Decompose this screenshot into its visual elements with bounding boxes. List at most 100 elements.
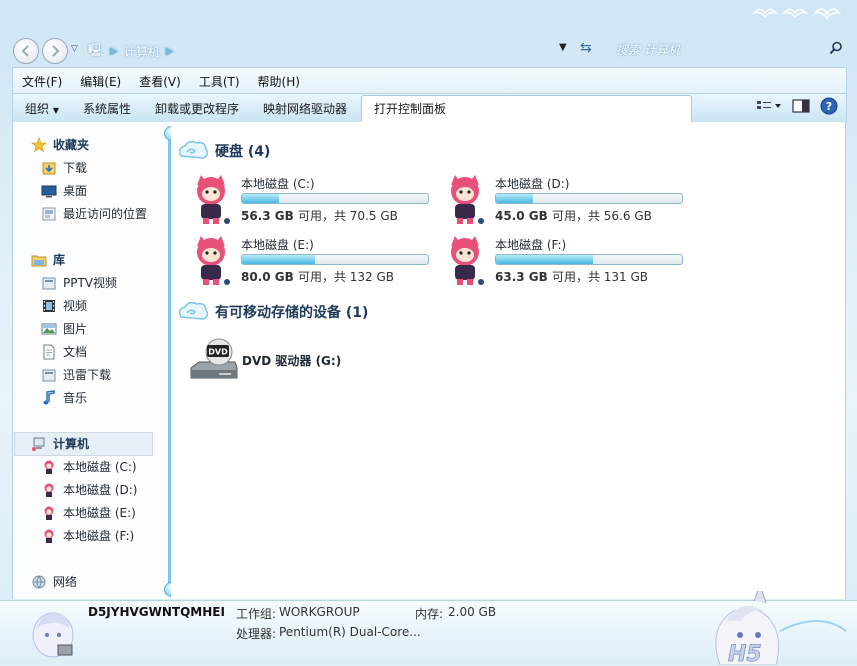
- forward-arrow-icon: [52, 45, 60, 57]
- help-icon: ?: [820, 97, 838, 115]
- anime-character-decoration: H5: [715, 591, 847, 665]
- nav-drive-c[interactable]: 本地磁盘 (C:): [41, 458, 137, 475]
- nav-videos[interactable]: 视频: [41, 297, 87, 314]
- drive-f-tile[interactable]: 本地磁盘 (F:) 63.3 GB 可用，共 131 GB: [443, 236, 693, 292]
- nav-drive-f[interactable]: 本地磁盘 (F:): [41, 527, 134, 544]
- drive-usage-bar: [495, 193, 683, 204]
- dvd-logo-text: DVD: [208, 348, 228, 357]
- nav-music[interactable]: 音乐: [41, 389, 87, 406]
- address-dropdown-icon[interactable]: ▼: [559, 42, 567, 53]
- nav-desktop[interactable]: 桌面: [41, 182, 87, 199]
- chevron-down-icon: ▼: [52, 105, 59, 115]
- nav-xunlei-downloads[interactable]: 迅雷下载: [41, 366, 111, 383]
- drive-d-tile[interactable]: 本地磁盘 (D:) 45.0 GB 可用，共 56.6 GB: [443, 175, 693, 231]
- breadcrumb-chevron-icon[interactable]: ▶: [110, 46, 118, 57]
- menu-bar: 文件(F) 编辑(E) 查看(V) 工具(T) 帮助(H): [12, 67, 847, 94]
- computer-avatar-icon: [32, 612, 74, 658]
- open-control-panel-button[interactable]: 打开控制面板: [361, 94, 693, 122]
- drive-total-text: 可用，共 70.5 GB: [297, 209, 398, 223]
- drive-name: 本地磁盘 (E:): [241, 238, 314, 252]
- maximize-button[interactable]: [781, 6, 809, 20]
- fox-drive-icon: [451, 175, 484, 224]
- drive-usage-fill: [496, 255, 593, 264]
- menu-tools[interactable]: 工具(T): [190, 73, 249, 90]
- nav-drive-d[interactable]: 本地磁盘 (D:): [41, 481, 137, 498]
- cloud-swirl-icon: [178, 140, 209, 159]
- back-button[interactable]: [13, 38, 39, 64]
- hard-disks-group-header[interactable]: 硬盘 (4): [177, 138, 270, 164]
- drive-free-value: 80.0 GB: [241, 270, 294, 284]
- nav-network-label: 网络: [53, 575, 78, 589]
- menu-edit[interactable]: 编辑(E): [71, 73, 130, 90]
- organize-button[interactable]: 组织 ▼: [13, 100, 71, 117]
- nav-downloads[interactable]: 下载: [41, 159, 87, 176]
- menu-view[interactable]: 查看(V): [130, 73, 190, 90]
- breadcrumb-computer[interactable]: 计算机: [124, 43, 160, 60]
- recent-pages-dropdown[interactable]: ▽: [71, 44, 78, 54]
- change-view-button[interactable]: [756, 99, 782, 116]
- search-icon[interactable]: [829, 41, 843, 58]
- nav-drive-d-label: 本地磁盘 (D:): [63, 483, 138, 497]
- preview-pane-button[interactable]: [792, 99, 810, 116]
- nav-drive-e[interactable]: 本地磁盘 (E:): [41, 504, 136, 521]
- nav-documents-label: 文档: [63, 345, 88, 359]
- document-icon: [43, 344, 55, 359]
- nav-pptv-videos[interactable]: PPTV视频: [41, 274, 117, 291]
- drive-c-tile[interactable]: 本地磁盘 (C:) 56.3 GB 可用，共 70.5 GB: [189, 175, 439, 231]
- nav-pictures[interactable]: 图片: [41, 320, 87, 337]
- nav-drive-e-label: 本地磁盘 (E:): [63, 506, 136, 520]
- star-icon: [31, 136, 47, 152]
- command-bar: 组织 ▼ 系统属性 卸载或更改程序 映射网络驱动器 打开控制面板 ?: [12, 93, 847, 123]
- system-properties-button[interactable]: 系统属性: [71, 100, 143, 117]
- uninstall-program-button[interactable]: 卸载或更改程序: [143, 100, 251, 117]
- nav-recent-places[interactable]: 最近访问的位置: [41, 205, 147, 222]
- refresh-icon[interactable]: ⇆: [580, 40, 592, 56]
- music-note-icon: [43, 389, 55, 404]
- wing-close-icon: [812, 8, 842, 20]
- menu-file[interactable]: 文件(F): [13, 73, 71, 90]
- nav-music-label: 音乐: [63, 391, 88, 405]
- nav-documents[interactable]: 文档: [41, 343, 87, 360]
- close-button[interactable]: [812, 6, 842, 20]
- forward-button[interactable]: [42, 38, 68, 64]
- download-folder-icon: [42, 162, 56, 174]
- fox-drive-icon: [44, 506, 54, 520]
- workgroup-value: WORKGROUP: [279, 605, 360, 619]
- nav-network[interactable]: 网络: [31, 573, 77, 590]
- search-input[interactable]: 搜索 计算机: [616, 41, 680, 58]
- library-folder-icon: [42, 277, 56, 289]
- nav-drive-c-label: 本地磁盘 (C:): [63, 460, 137, 474]
- dvd-drive-name: DVD 驱动器 (G:): [242, 354, 342, 368]
- drive-total-text: 可用，共 132 GB: [297, 270, 395, 284]
- drive-usage-fill: [242, 194, 280, 203]
- drive-e-tile[interactable]: 本地磁盘 (E:) 80.0 GB 可用，共 132 GB: [189, 236, 439, 292]
- fox-drive-icon: [197, 175, 230, 224]
- help-button[interactable]: ?: [820, 97, 838, 118]
- drive-free-value: 63.3 GB: [495, 270, 548, 284]
- breadcrumb: 🖳 ▶ 计算机 ▶: [88, 41, 173, 62]
- drive-usage-bar: [241, 193, 429, 204]
- nav-xunlei-downloads-label: 迅雷下载: [63, 368, 112, 382]
- menu-help[interactable]: 帮助(H): [249, 73, 309, 90]
- nav-favorites[interactable]: 收藏夹: [31, 136, 89, 153]
- organize-label: 组织: [25, 101, 50, 116]
- minimize-button[interactable]: [751, 6, 779, 20]
- film-icon: [43, 299, 55, 312]
- dvd-drive-tile[interactable]: DVD DVD 驱动器 (G:): [189, 338, 439, 388]
- svg-text:H5: H5: [728, 642, 762, 665]
- cloud-swirl-icon: [178, 301, 209, 320]
- breadcrumb-chevron-icon[interactable]: ▶: [166, 46, 174, 57]
- drive-total-text: 可用，共 56.6 GB: [551, 209, 652, 223]
- nav-downloads-label: 下载: [63, 161, 88, 175]
- fox-drive-icon: [44, 460, 54, 474]
- processor-label: 处理器:: [236, 627, 277, 641]
- content-pane: 硬盘 (4) 本地磁盘 (C:) 56.3 GB 可用，共 70.5 GB 本地…: [171, 122, 846, 599]
- nav-computer[interactable]: 计算机: [31, 435, 89, 452]
- fox-drive-icon: [44, 529, 54, 543]
- drive-usage-bar: [241, 254, 429, 265]
- drive-usage-fill: [242, 255, 315, 264]
- map-network-drive-button[interactable]: 映射网络驱动器: [251, 100, 359, 117]
- back-arrow-icon: [21, 45, 29, 57]
- removable-group-header[interactable]: 有可移动存储的设备 (1): [177, 299, 368, 325]
- nav-libraries[interactable]: 库: [31, 251, 65, 268]
